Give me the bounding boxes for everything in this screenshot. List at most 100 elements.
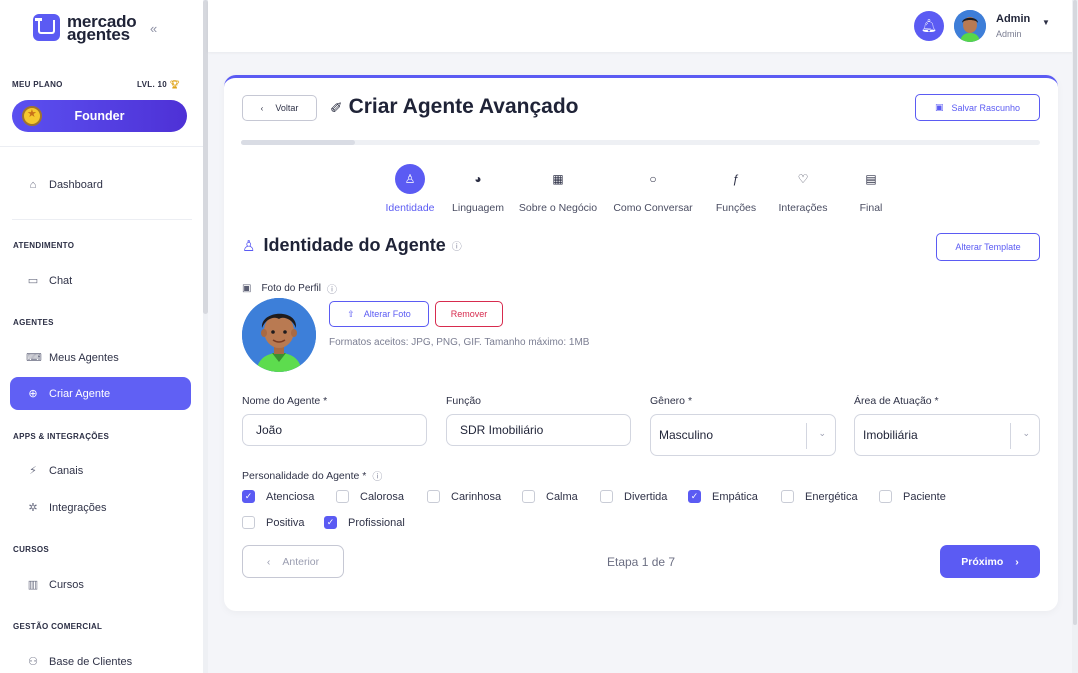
select-separator <box>806 423 807 449</box>
sidebar-item-meus-agentes[interactable]: ⌨ Meus Agentes <box>10 341 191 374</box>
function-icon[interactable]: ƒ <box>721 164 751 194</box>
plan-level: LVL. 10 🏆︎ <box>137 80 180 89</box>
save-draft-button[interactable]: ▣ Salvar Rascunho <box>915 94 1040 121</box>
personality-option-label: Calorosa <box>360 490 405 503</box>
section-agentes: AGENTES <box>13 318 54 327</box>
personality-option[interactable]: Positiva <box>242 516 305 529</box>
personality-option-label: Profissional <box>348 516 405 529</box>
agent-name-input[interactable]: João <box>242 414 427 446</box>
trophy-icon: 🏆︎ <box>169 80 180 89</box>
save-icon: ▣ <box>934 102 944 112</box>
section-apps: APPS & INTEGRAÇÕES <box>13 432 110 441</box>
page-title-text: Criar Agente Avançado <box>348 95 579 118</box>
document-icon[interactable]: ▤ <box>856 164 886 194</box>
change-photo-button[interactable]: ⇧ Alterar Foto <box>329 301 429 327</box>
sidebar-item-base-clientes[interactable]: ⚇ Base de Clientes <box>10 645 191 673</box>
checkbox-icon[interactable] <box>600 490 613 503</box>
building-icon[interactable]: ▦ <box>543 164 573 194</box>
sidebar: AI mercado agentes « MEU PLANO LVL. 10 🏆… <box>0 0 203 673</box>
section-title-text: Identidade do Agente <box>263 235 446 255</box>
chat-bubble-icon[interactable]: ○ <box>638 164 668 194</box>
personality-option[interactable]: ✓ Atenciosa <box>242 490 314 503</box>
chevron-right-icon: › <box>1015 555 1019 568</box>
checkbox-checked-icon[interactable]: ✓ <box>324 516 337 529</box>
plus-circle-icon: ⊕ <box>28 388 38 400</box>
change-template-button[interactable]: Alterar Template <box>936 233 1040 261</box>
agent-name-label: Nome do Agente * <box>242 395 328 407</box>
integration-icon: ✲ <box>28 502 38 514</box>
notification-bell-icon[interactable]: 🔔︎ <box>914 11 944 41</box>
section-gestao: GESTÃO COMERCIAL <box>13 622 103 631</box>
home-icon: ⌂ <box>29 178 37 191</box>
personality-option[interactable]: Calorosa <box>336 490 404 503</box>
help-icon[interactable]: ⓘ <box>327 281 337 296</box>
step-label[interactable]: Final <box>811 202 931 214</box>
function-label: Função <box>446 395 482 407</box>
sidebar-item-chat[interactable]: ▭ Chat <box>10 264 191 297</box>
robot-icon: ⌨ <box>26 352 42 364</box>
previous-button[interactable]: ‹ Anterior <box>242 545 344 578</box>
personality-option-label: Divertida <box>624 490 668 503</box>
cart-logo-icon: AI <box>33 14 60 41</box>
section-cursos: CURSOS <box>13 545 50 554</box>
previous-button-label: Anterior <box>282 555 320 568</box>
brand-line2: agentes <box>67 24 130 44</box>
help-icon[interactable]: ⓘ <box>452 238 462 253</box>
help-icon[interactable]: ⓘ <box>372 468 382 483</box>
wizard-progress-fill <box>241 140 356 145</box>
create-agent-card: ‹ Voltar ✐ Criar Agente Avançado ▣ Salvar… <box>224 75 1058 611</box>
plug-icon: ⚡︎ <box>29 465 37 477</box>
palette-icon[interactable]: ◕ <box>463 164 493 194</box>
personality-option[interactable]: Paciente <box>879 490 946 503</box>
personality-option[interactable]: Divertida <box>600 490 667 503</box>
page-scrollbar[interactable] <box>1073 0 1077 625</box>
chevron-left-icon: ‹ <box>260 103 264 113</box>
checkbox-checked-icon[interactable]: ✓ <box>688 490 701 503</box>
divider <box>12 219 192 220</box>
checkbox-icon[interactable] <box>522 490 535 503</box>
back-button-label: Voltar <box>275 103 299 113</box>
personality-option-label: Energética <box>805 490 858 503</box>
brand-logo[interactable]: AI mercado agentes <box>33 13 137 44</box>
checkbox-icon[interactable] <box>781 490 794 503</box>
personality-option[interactable]: ✓ Profissional <box>324 516 405 529</box>
section-title: ♙ Identidade do Agente ⓘ <box>242 235 462 256</box>
area-select-value: Imobiliária <box>863 428 918 442</box>
checkbox-icon[interactable] <box>336 490 349 503</box>
sidebar-item-label: Dashboard <box>49 178 103 191</box>
upload-icon: ⇧ <box>347 308 355 319</box>
sidebar-item-integracoes[interactable]: ✲ Integrações <box>10 491 191 524</box>
sidebar-item-canais[interactable]: ⚡︎ Canais <box>10 454 191 487</box>
user-avatar[interactable] <box>954 10 986 42</box>
back-button[interactable]: ‹ Voltar <box>242 95 317 121</box>
heart-icon[interactable]: ♡ <box>788 164 818 194</box>
plan-label: MEU PLANO <box>12 80 63 89</box>
next-button[interactable]: Próximo › <box>940 545 1040 578</box>
personality-option[interactable]: ✓ Empática <box>688 490 758 503</box>
sidebar-item-cursos[interactable]: ▥ Cursos <box>10 568 191 601</box>
user-name[interactable]: Admin <box>996 13 1030 25</box>
personality-option[interactable]: Calma <box>522 490 578 503</box>
checkbox-checked-icon[interactable]: ✓ <box>242 490 255 503</box>
image-icon: ▣ <box>242 283 252 294</box>
chevron-left-icon: ‹ <box>266 555 271 568</box>
personality-option[interactable]: Carinhosa <box>427 490 501 503</box>
user-icon[interactable]: ♙ <box>395 164 425 194</box>
checkbox-icon[interactable] <box>879 490 892 503</box>
remove-photo-button[interactable]: Remover <box>435 301 503 327</box>
checkbox-icon[interactable] <box>427 490 440 503</box>
function-input[interactable]: SDR Imobiliário <box>446 414 631 446</box>
area-select[interactable]: Imobiliária ⌄ <box>854 414 1040 456</box>
personality-option[interactable]: Energética <box>781 490 858 503</box>
collapse-sidebar-icon[interactable]: « <box>150 21 157 36</box>
gender-select-value: Masculino <box>659 428 714 442</box>
gender-select[interactable]: Masculino ⌄ <box>650 414 836 456</box>
caret-down-icon[interactable]: ▼ <box>1042 18 1050 27</box>
next-button-label: Próximo <box>961 555 1004 568</box>
checkbox-icon[interactable] <box>242 516 255 529</box>
sidebar-item-criar-agente[interactable]: ⊕ Criar Agente <box>10 377 191 410</box>
sidebar-item-dashboard[interactable]: ⌂ Dashboard <box>10 168 191 201</box>
plan-tier-button[interactable]: Founder <box>12 100 187 132</box>
step-indicator: Etapa 1 de 7 <box>607 555 676 569</box>
personality-label: Personalidade do Agente * ⓘ <box>242 468 382 484</box>
